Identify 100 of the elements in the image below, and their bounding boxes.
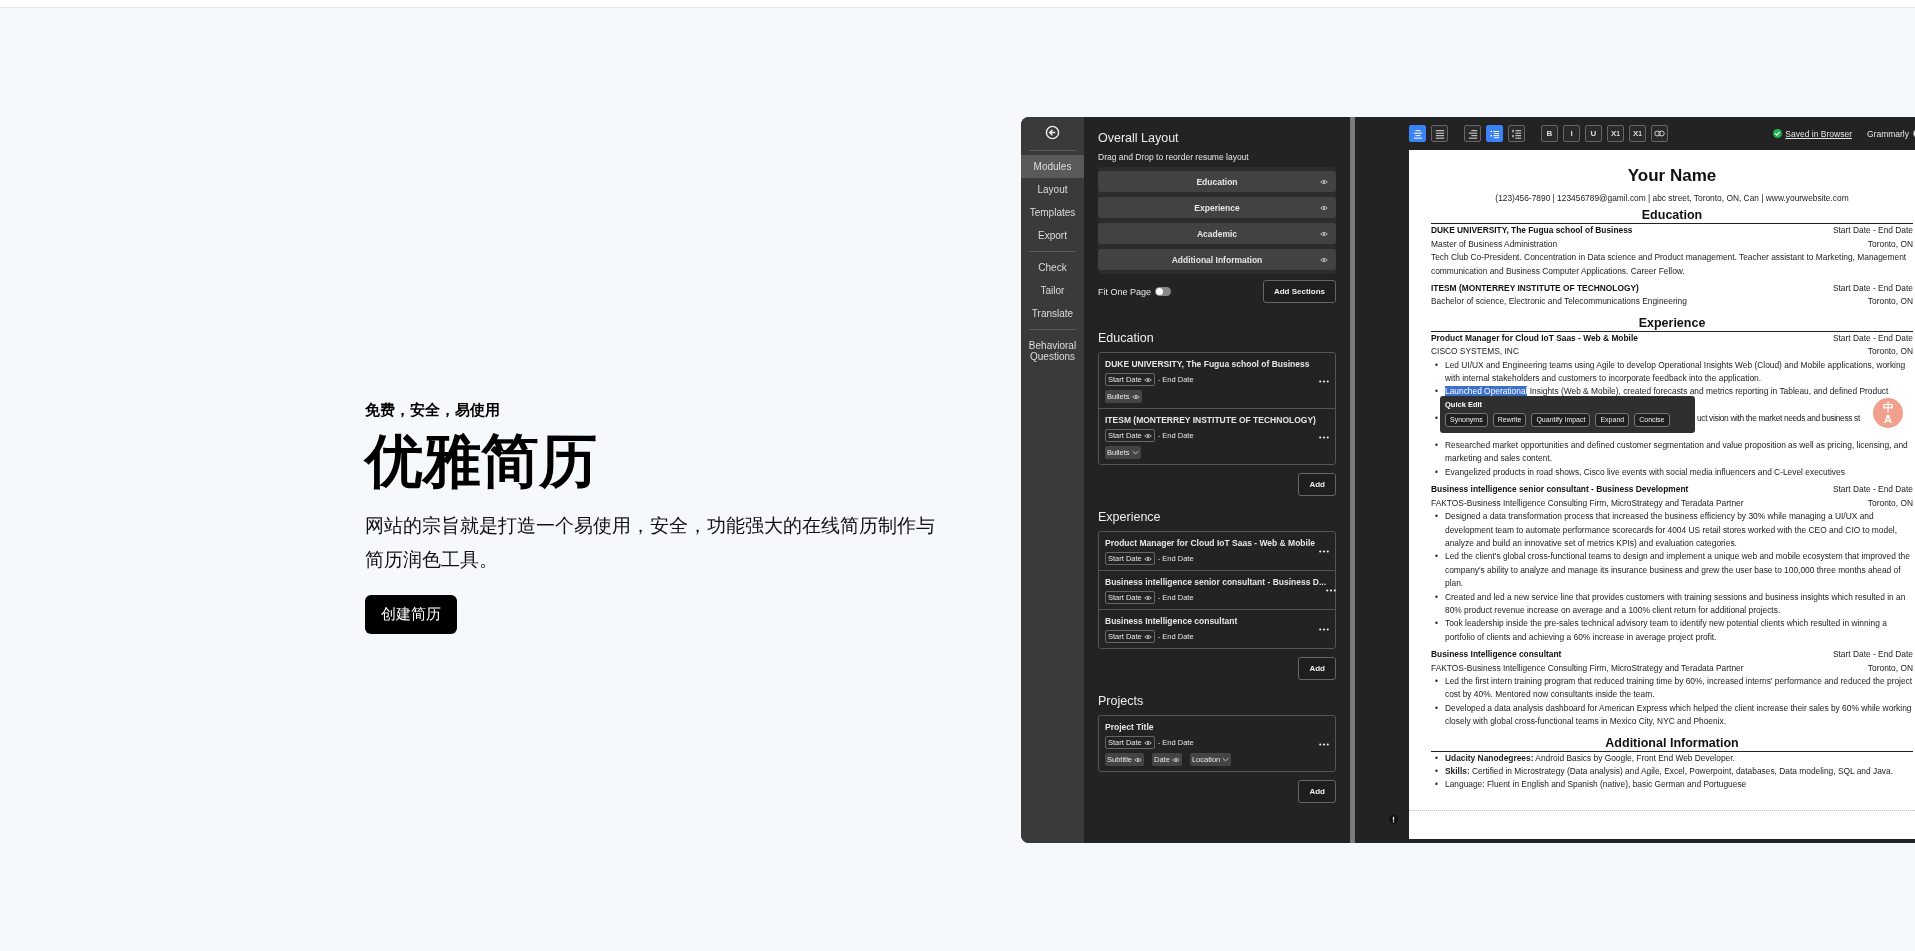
more-icon[interactable] bbox=[1319, 742, 1329, 746]
entry-title: Project Title bbox=[1105, 722, 1155, 732]
location-text: Toronto, ON bbox=[1867, 295, 1913, 309]
align-justify-button[interactable] bbox=[1431, 125, 1448, 142]
align-justify-icon bbox=[1434, 128, 1445, 139]
grammarly-label: Grammarly bbox=[1866, 128, 1909, 139]
date-range: Start Date - End Date bbox=[1832, 224, 1913, 238]
eye-icon[interactable] bbox=[1143, 432, 1152, 439]
bullet-text: Udacity Nanodegrees: Android Basics by Google, Front End Web Developer. bbox=[1445, 751, 1736, 765]
layout-section-item[interactable]: Experience bbox=[1098, 197, 1336, 218]
nav-item[interactable]: Tailor bbox=[1021, 279, 1084, 302]
bullet-marker: • bbox=[1435, 550, 1439, 564]
bullet-marker: • bbox=[1435, 412, 1439, 426]
align-right-button[interactable] bbox=[1464, 125, 1481, 142]
date-range: Start Date - End Date bbox=[1832, 648, 1913, 662]
more-icon[interactable] bbox=[1319, 435, 1329, 439]
bullet-text: Took leadership inside the pre-sales technical advisory team to identify new potential clients which resulted in winning a portfolio of clients and achieving a 60% increase in average project profit. bbox=[1445, 617, 1888, 644]
layout-section-item[interactable]: Education bbox=[1098, 171, 1336, 192]
align-center-button[interactable] bbox=[1409, 125, 1426, 142]
format-button[interactable]: I bbox=[1563, 125, 1580, 142]
format-button[interactable]: U bbox=[1585, 125, 1602, 142]
link-icon bbox=[1654, 130, 1665, 137]
entry-title: Product Manager for Cloud IoT Saas - Web & Mobile bbox=[1431, 331, 1638, 345]
eye-icon[interactable] bbox=[1320, 230, 1328, 237]
eye-icon[interactable] bbox=[1143, 633, 1152, 640]
bullet-text: Led UI/UX and Engineering teams using Agile to develop Operational Insights Web (Cloud) and Mobile applications, working with internal stakeholders and customers to incorporate feedback into the application. bbox=[1445, 358, 1907, 386]
back-icon[interactable] bbox=[1045, 125, 1060, 140]
align-right-icon bbox=[1467, 128, 1478, 139]
eye-icon[interactable] bbox=[1134, 756, 1143, 763]
module-heading: Experience bbox=[1098, 510, 1162, 524]
entry-title: Business intelligence senior consultant - Business Development bbox=[1431, 483, 1689, 497]
entry-title: DUKE UNIVERSITY, The Fugua school of Business bbox=[1431, 224, 1633, 238]
link-button[interactable] bbox=[1651, 125, 1668, 142]
bullet-text: Led the first intern training program that reduced training time by 60%, increased interns' performance and reduced the project cost by 40%. Mentored now consultants inside the team. bbox=[1445, 674, 1913, 702]
chevron-down-icon[interactable] bbox=[1131, 450, 1139, 455]
add-button[interactable]: Add bbox=[1298, 780, 1336, 803]
entry-subtitle: Master of Business Administration bbox=[1431, 237, 1558, 251]
bullet-list-button[interactable] bbox=[1486, 125, 1503, 142]
nav-item[interactable]: Modules bbox=[1021, 155, 1084, 178]
saved-status-link[interactable]: Saved in Browser bbox=[1785, 128, 1852, 139]
eye-icon[interactable] bbox=[1320, 204, 1328, 211]
entry-title: Business Intelligence consultant bbox=[1105, 616, 1239, 626]
add-sections-button[interactable]: Add Sections bbox=[1262, 280, 1336, 303]
nav-item[interactable]: Translate bbox=[1021, 302, 1084, 325]
bullet-list-icon bbox=[1489, 128, 1500, 139]
fit-one-page-toggle[interactable] bbox=[1155, 287, 1172, 296]
chevron-down-icon[interactable] bbox=[1222, 757, 1230, 762]
tagline: 免费，安全，易使用 bbox=[365, 401, 501, 420]
bullet-text: Designed a data transformation process that increased the business efficiency by 30% while managing a UI/UX and development team to automate performance scorecards for 4004 US retail stores worked with the CEO and CIO to model, analyze and build an innovative set of metrics KPIs) and evaluation categories. bbox=[1445, 510, 1898, 550]
layout-section-item[interactable]: Academic bbox=[1098, 223, 1336, 244]
nav-item[interactable]: Check bbox=[1021, 256, 1084, 279]
eye-icon[interactable] bbox=[1143, 739, 1152, 746]
location-text: Toronto, ON bbox=[1867, 661, 1913, 675]
format-button[interactable]: B bbox=[1541, 125, 1558, 142]
nav-item[interactable]: Behavioral Questions bbox=[1021, 334, 1084, 368]
section-heading: Additional Information bbox=[1431, 734, 1913, 752]
hero-description: 网站的宗旨就是打造一个易使用，安全，功能强大的在线简历制作与简历润色工具。 bbox=[365, 513, 936, 572]
resume-name: Your Name bbox=[1626, 166, 1718, 186]
location-text: Toronto, ON bbox=[1867, 237, 1913, 251]
nav-item[interactable]: Layout bbox=[1021, 178, 1084, 201]
eye-icon[interactable] bbox=[1320, 256, 1328, 263]
align-center-icon bbox=[1412, 128, 1423, 139]
alert-icon[interactable] bbox=[1389, 814, 1398, 824]
numbered-list-icon bbox=[1511, 128, 1522, 139]
bullet-text: Researched market opportunities and defined customer segmentation and value proposition as well as pricing, licensing, and marketing and sales content. bbox=[1445, 439, 1909, 466]
layout-section-item[interactable]: Additional Information bbox=[1098, 249, 1336, 270]
entry-subtitle: FAKTOS-Business Intelligence Consulting Firm, MicroStrategy and Teradata Partner bbox=[1431, 661, 1744, 675]
nav-item[interactable]: Templates bbox=[1021, 201, 1084, 224]
location-text: Toronto, ON bbox=[1867, 345, 1913, 359]
entry-title: Business Intelligence consultant bbox=[1431, 648, 1562, 662]
panel-heading: Overall Layout bbox=[1098, 131, 1180, 145]
section-heading: Education bbox=[1431, 207, 1913, 225]
eye-icon[interactable] bbox=[1171, 756, 1180, 763]
add-button[interactable]: Add bbox=[1298, 657, 1336, 680]
entry-description: Tech Club Co-President. Concentration in Data science and Product management. Teacher assistant to Marketing, Management communication and Business Computer Applications. Career Fellow. bbox=[1431, 251, 1908, 278]
bullet-marker: • bbox=[1435, 358, 1439, 372]
bullet-marker: • bbox=[1435, 674, 1439, 688]
eye-icon[interactable] bbox=[1143, 555, 1152, 562]
more-icon[interactable] bbox=[1319, 628, 1329, 631]
numbered-list-button[interactable] bbox=[1508, 125, 1525, 142]
eye-icon[interactable] bbox=[1143, 376, 1152, 383]
bullet-text: Launched Operational Insights (Web & Mobile), created forecasts and metrics reporting in Tableau, and defined Product bbox=[1445, 385, 1889, 399]
bullet-marker: • bbox=[1435, 590, 1439, 604]
entry-subtitle: Bachelor of science, Electronic and Telecommunications Engineering bbox=[1431, 295, 1687, 309]
bullet-marker: • bbox=[1435, 765, 1439, 778]
bullet-marker: • bbox=[1435, 778, 1439, 792]
bullet-text: uct vision with the market needs and business st bbox=[1697, 412, 1860, 426]
bullet-text: Evangelized products in road shows, Cisco live events with social media influencers and C-Level executives bbox=[1445, 465, 1846, 479]
create-resume-button[interactable]: 创建简历 bbox=[365, 594, 457, 634]
nav-item[interactable]: Export bbox=[1021, 224, 1084, 247]
eye-icon[interactable] bbox=[1320, 178, 1328, 185]
add-button[interactable]: Add bbox=[1298, 473, 1336, 496]
eye-icon[interactable] bbox=[1143, 594, 1152, 601]
module-heading: Projects bbox=[1098, 694, 1145, 708]
bullet-marker: • bbox=[1435, 385, 1439, 399]
eye-icon[interactable] bbox=[1131, 393, 1140, 400]
more-icon[interactable] bbox=[1319, 550, 1329, 553]
more-icon[interactable] bbox=[1319, 379, 1329, 383]
date-range: Start Date - End Date bbox=[1832, 282, 1913, 296]
more-icon[interactable] bbox=[1326, 589, 1337, 592]
